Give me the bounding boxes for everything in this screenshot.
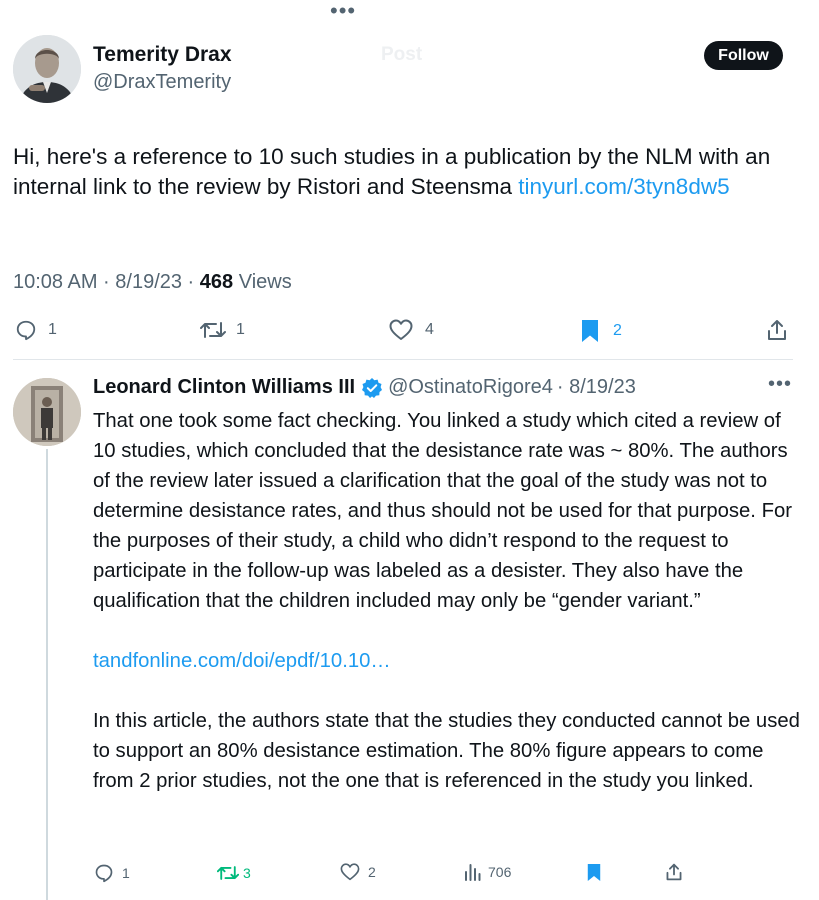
repost-button[interactable]: 1 — [200, 319, 245, 341]
reply-text: That one took some fact checking. You li… — [93, 406, 803, 796]
reply-avatar-image — [13, 378, 81, 446]
reply-views-button[interactable]: 706 — [464, 863, 511, 881]
post-text: Hi, here's a reference to 10 such studie… — [13, 142, 803, 202]
reply-paragraph-2: In this article, the authors state that … — [93, 710, 800, 792]
reply-bookmark-button[interactable] — [587, 863, 601, 882]
bookmark-count: 2 — [613, 322, 622, 339]
bookmark-button[interactable]: 2 — [581, 319, 622, 343]
reply-views-count: 706 — [488, 864, 512, 880]
reply-reply-count: 1 — [122, 865, 130, 881]
analytics-icon — [465, 864, 481, 881]
reply-repost-button[interactable]: 3 — [217, 863, 251, 883]
header-title: Post — [381, 44, 423, 65]
heart-icon — [389, 319, 413, 340]
reply-date[interactable]: · 8/19/23 — [557, 376, 636, 399]
avatar[interactable] — [13, 35, 81, 103]
author-name[interactable]: Temerity Drax — [93, 43, 232, 67]
repost-icon — [217, 866, 239, 880]
reply-author-name[interactable]: Leonard Clinton Williams III — [93, 376, 355, 399]
post-link[interactable]: tinyurl.com/​3tyn8dw5 — [518, 174, 729, 199]
reply-icon — [95, 864, 113, 883]
thread-line — [46, 449, 48, 900]
post-meta: 10:08 AM · 8/19/23 · 468 Views — [13, 271, 292, 294]
follow-button[interactable]: Follow — [704, 41, 783, 70]
like-count: 4 — [425, 321, 434, 338]
views-label: Views — [233, 271, 292, 293]
reply-share-button[interactable] — [665, 863, 683, 881]
verified-badge-icon — [362, 377, 383, 398]
reply-repost-count: 3 — [243, 865, 251, 881]
reply-count: 1 — [48, 321, 57, 338]
repost-icon — [200, 322, 226, 338]
reply-header: Leonard Clinton Williams III @OstinatoRi… — [93, 376, 636, 399]
reply-like-count: 2 — [368, 864, 376, 880]
heart-icon — [340, 863, 360, 881]
reply-paragraph-1: That one took some fact checking. You li… — [93, 410, 792, 612]
top-handle-dots: ••• — [330, 0, 357, 23]
reply-button[interactable]: 1 — [15, 319, 57, 341]
share-icon — [666, 863, 682, 881]
share-button[interactable] — [766, 319, 788, 341]
reply-reply-button[interactable]: 1 — [94, 863, 130, 883]
bookmark-icon — [587, 863, 601, 882]
repost-count: 1 — [236, 321, 245, 338]
divider — [13, 359, 793, 360]
share-icon — [768, 320, 786, 340]
views-count: 468 — [199, 271, 234, 293]
author-handle[interactable]: @DraxTemerity — [93, 71, 231, 94]
reply-like-button[interactable]: 2 — [340, 863, 376, 881]
more-options-icon[interactable]: ••• — [768, 373, 792, 396]
reply-author-handle[interactable]: @OstinatoRigore4 — [388, 376, 553, 399]
reply-icon — [16, 320, 36, 341]
like-button[interactable]: 4 — [389, 319, 434, 341]
reply-link[interactable]: tandfonline.com/doi/epdf/10.10… — [93, 646, 803, 676]
bookmark-icon — [582, 320, 598, 342]
reply-avatar[interactable] — [13, 378, 81, 446]
post-timestamp[interactable]: 10:08 AM · 8/19/23 · — [13, 271, 200, 293]
avatar-image — [13, 35, 81, 103]
